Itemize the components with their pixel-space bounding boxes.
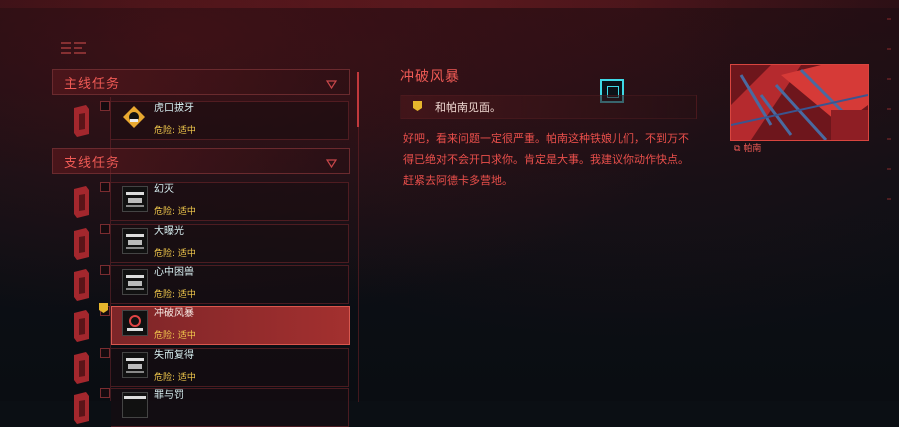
quest-name: 大曝光 bbox=[154, 226, 184, 237]
quest-shard-icon bbox=[74, 105, 89, 137]
quest-name: 幻灭 bbox=[154, 184, 174, 195]
quest-checkbox bbox=[100, 224, 110, 234]
quest-danger: 危险: 适中 bbox=[154, 249, 196, 259]
quest-name: 心中困兽 bbox=[154, 267, 194, 278]
collapse-triangle-icon[interactable] bbox=[325, 154, 338, 169]
contact-link-icon: ⧉ bbox=[734, 144, 741, 154]
objective-flag-icon bbox=[413, 101, 422, 111]
section-side-label: 支线任务 bbox=[64, 155, 121, 171]
quest-shard-icon bbox=[74, 228, 89, 260]
collapse-triangle-icon[interactable] bbox=[325, 75, 338, 90]
quest-danger: 危险: 适中 bbox=[154, 126, 196, 136]
quest-checkbox bbox=[100, 101, 110, 111]
quest-name: 冲破风暴 bbox=[154, 308, 194, 319]
quest-row-side-5[interactable]: 失而复得 危险: 适中 bbox=[52, 348, 352, 387]
quest-description: 好吧，看来问题一定很严重。帕南这种铁娘儿们，不到万不得已绝对不会开口求你。肯定是… bbox=[403, 132, 689, 187]
quest-danger: 危险: 适中 bbox=[154, 290, 196, 300]
edge-decoration bbox=[885, 18, 893, 218]
quest-shard-icon bbox=[74, 392, 89, 424]
section-side-quests[interactable]: 支线任务 bbox=[52, 148, 350, 174]
objective-row[interactable]: 和帕南见面。 bbox=[400, 95, 697, 119]
quest-shard-icon bbox=[74, 310, 89, 342]
district-icon bbox=[122, 392, 148, 418]
section-main-label: 主线任务 bbox=[64, 76, 121, 92]
quest-shard-icon bbox=[74, 269, 89, 301]
game-logo-icon bbox=[60, 40, 88, 56]
quest-row-side-4-selected[interactable]: 冲破风暴 危险: 适中 bbox=[52, 306, 352, 345]
quest-checkbox bbox=[100, 348, 110, 358]
quest-checkbox bbox=[100, 265, 110, 275]
quest-name: 失而复得 bbox=[154, 350, 194, 361]
scrollbar-thumb[interactable] bbox=[357, 72, 359, 127]
quest-danger: 危险: 适中 bbox=[154, 373, 196, 383]
quest-danger: 危险: 适中 bbox=[154, 331, 196, 341]
objective-text: 和帕南见面。 bbox=[435, 101, 501, 114]
watson-district-icon bbox=[122, 186, 148, 212]
quest-title: 冲破风暴 bbox=[400, 69, 460, 85]
quest-row-side-2[interactable]: 大曝光 危险: 适中 bbox=[52, 224, 352, 263]
section-main-quests[interactable]: 主线任务 bbox=[52, 69, 350, 95]
quest-shard-icon bbox=[74, 186, 89, 218]
quest-name: 虎口拔牙 bbox=[154, 103, 194, 114]
quest-row-main-1[interactable]: 虎口拔牙 危险: 适中 bbox=[52, 101, 352, 140]
quest-row-side-1[interactable]: 幻灭 危险: 适中 bbox=[52, 182, 352, 221]
city-south-icon bbox=[122, 310, 148, 336]
watson-district-icon bbox=[122, 269, 148, 295]
quest-checkbox bbox=[100, 182, 110, 192]
watson-district-icon bbox=[122, 228, 148, 254]
contact-portrait bbox=[730, 64, 869, 141]
quest-danger: 危险: 适中 bbox=[154, 207, 196, 217]
tree-line bbox=[110, 97, 111, 401]
faction-icon bbox=[123, 106, 145, 128]
quest-name: 罪与罚 bbox=[154, 390, 184, 401]
contact-name: ⧉ 帕南 bbox=[734, 141, 761, 154]
watson-district-icon bbox=[122, 352, 148, 378]
quest-row-side-3[interactable]: 心中困兽 危险: 适中 bbox=[52, 265, 352, 304]
quest-row-side-6[interactable]: 罪与罚 bbox=[52, 388, 352, 427]
quest-box bbox=[111, 101, 349, 140]
quest-checkbox bbox=[100, 388, 110, 398]
quest-shard-icon bbox=[74, 352, 89, 384]
top-bar bbox=[0, 0, 899, 8]
contact-name-text: 帕南 bbox=[743, 144, 762, 154]
quest-list: 主线任务 虎口拔牙 危险: 适中 支线任务 幻灭 危险: 适中 大曝光 危险: … bbox=[52, 68, 352, 427]
